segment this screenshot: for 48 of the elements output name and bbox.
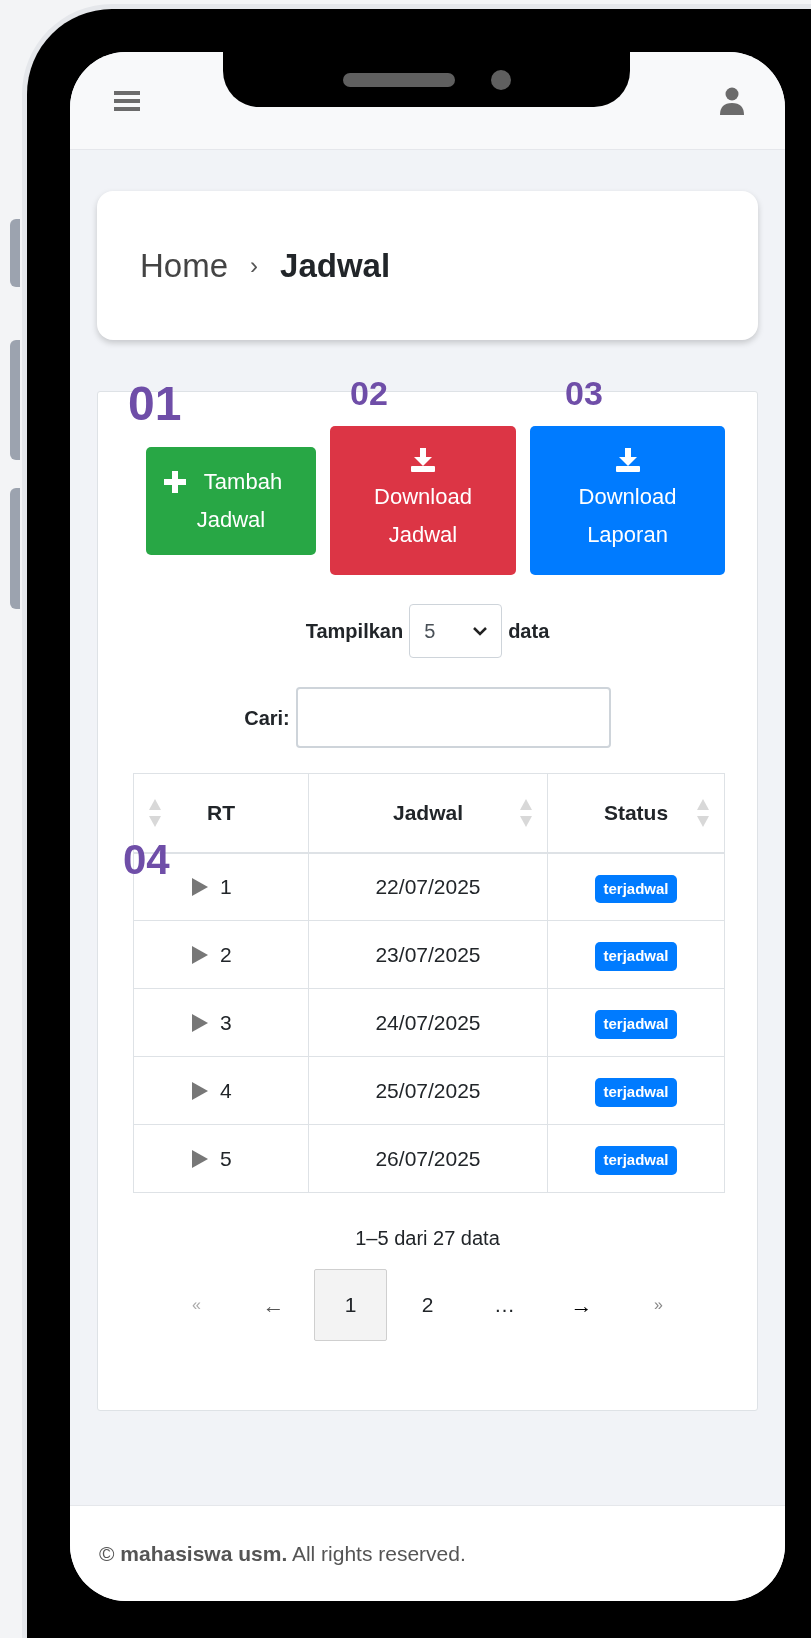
pagination-button[interactable]: ← <box>237 1269 310 1341</box>
action-button[interactable]: Download Jadwal <box>330 426 516 575</box>
table-cell: 26/07/2025 <box>375 1146 481 1170</box>
breadcrumb-current: Jadwal <box>280 245 391 286</box>
action-button[interactable]: Download Laporan <box>530 426 725 575</box>
download-icon <box>615 447 640 472</box>
status-badge: terjadwal <box>595 1146 677 1175</box>
step-number: 01 <box>128 380 182 428</box>
pagination-button[interactable]: 1 <box>314 1269 387 1341</box>
expand-icon[interactable] <box>192 945 208 964</box>
table-cell-text: 1 <box>220 874 232 900</box>
expand-icon[interactable] <box>192 1013 208 1032</box>
page-length-select[interactable]: 5 <box>409 604 503 658</box>
status-badge: terjadwal <box>595 1010 677 1039</box>
search-field[interactable] <box>295 687 611 748</box>
copyright-text: © mahasiswa usm. All rights reserved. <box>99 1540 466 1567</box>
expand-icon[interactable] <box>192 1149 208 1168</box>
user-icon[interactable] <box>719 86 745 115</box>
pagination-button[interactable]: … <box>468 1269 541 1341</box>
step-number: 03 <box>565 376 603 410</box>
length-label: data <box>508 619 550 644</box>
status-badge: terjadwal <box>595 942 677 971</box>
length-label: Tampilkan <box>305 619 404 644</box>
pagination-button[interactable]: → <box>545 1269 618 1341</box>
menu-icon[interactable] <box>114 89 140 112</box>
table-cell: 22/07/2025 <box>375 875 481 898</box>
status-badge: terjadwal <box>595 874 677 903</box>
status-badge: terjadwal <box>595 1078 677 1107</box>
table-cell-text: 2 <box>220 941 232 968</box>
plus-icon <box>164 471 186 493</box>
breadcrumb-separator: › <box>250 250 259 281</box>
entries-info: 1–5 dari 27 data <box>355 1226 500 1251</box>
pagination-button[interactable]: 2 <box>391 1269 464 1341</box>
table-cell: 25/07/2025 <box>375 1078 481 1102</box>
table-cell: 24/07/2025 <box>375 1010 481 1034</box>
table-cell: 23/07/2025 <box>375 942 481 966</box>
search-label: Cari: <box>244 705 290 731</box>
expand-icon[interactable] <box>192 1081 208 1100</box>
step-number: 02 <box>350 376 388 410</box>
chevron-down-icon <box>473 626 488 636</box>
expand-icon[interactable] <box>192 877 208 896</box>
breadcrumb-link[interactable]: Home <box>140 240 229 291</box>
table-cell-text: 3 <box>220 1009 232 1036</box>
table-cell-text: 5 <box>220 1145 232 1172</box>
pagination-button[interactable]: » <box>622 1269 695 1341</box>
step-number: 04 <box>123 839 170 881</box>
table-cell-text: 4 <box>220 1077 232 1104</box>
download-icon <box>411 447 435 472</box>
